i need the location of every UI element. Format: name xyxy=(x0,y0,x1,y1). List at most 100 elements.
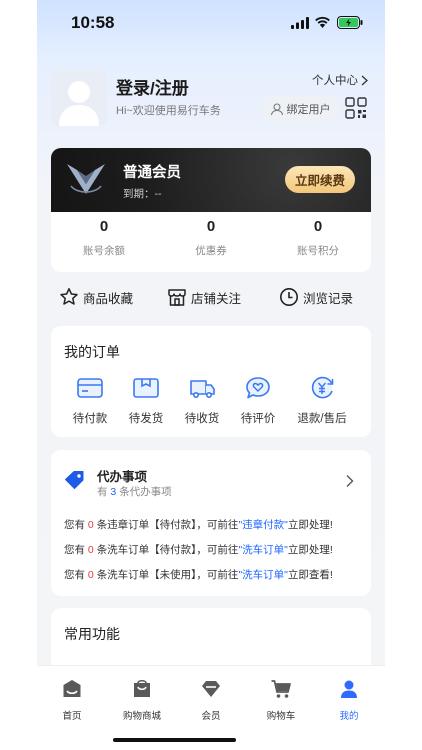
agenda-sub-prefix: 有 xyxy=(97,486,108,498)
agenda-header[interactable]: 代办事项 有 3 条代办事项 xyxy=(51,460,371,500)
agenda-row-wash-unused: 您有 0 条洗车订单【未使用】，可前往"洗车订单"立即查看! xyxy=(64,567,333,582)
wallet-icon xyxy=(77,378,103,398)
home-indicator[interactable] xyxy=(113,738,236,742)
order-pending-shipment[interactable]: 待发货 xyxy=(118,376,174,426)
row-suffix: 立即查看! xyxy=(287,569,333,581)
refund-icon xyxy=(311,376,334,399)
membership-expiry: 到期：-- xyxy=(123,188,162,200)
order-pending-receipt-label: 待收货 xyxy=(184,413,220,425)
tab-mall-label: 购物商城 xyxy=(122,711,161,722)
order-pending-shipment-label: 待发货 xyxy=(128,413,164,425)
user-outline-icon xyxy=(270,103,283,116)
order-pending-payment-label: 待付款 xyxy=(72,413,108,425)
clock-icon xyxy=(280,288,298,306)
points-value: 0 xyxy=(313,218,323,235)
personal-center-link[interactable]: 个人中心 xyxy=(312,72,369,88)
row-prefix: 您有 xyxy=(64,569,85,581)
tab-member[interactable]: 会员 xyxy=(178,678,244,722)
tab-home-label: 首页 xyxy=(62,711,82,722)
diamond-icon xyxy=(202,681,220,697)
history-label: 浏览记录 xyxy=(303,291,354,306)
battery-charging-icon xyxy=(337,16,363,29)
truck-icon xyxy=(190,380,215,398)
user-icon xyxy=(341,680,357,698)
personal-center-label: 个人中心 xyxy=(312,75,358,87)
status-bar: 10:58 xyxy=(37,0,385,46)
store-follow-link[interactable]: 店铺关注 xyxy=(167,287,241,307)
cart-icon xyxy=(271,680,291,698)
balance-label: 账号余额 xyxy=(83,245,125,257)
orders-title: 我的订单 xyxy=(64,344,120,360)
row-suffix: 立即处理! xyxy=(287,544,333,556)
membership-banner: 普通会员 到期：-- 立即续费 xyxy=(51,148,371,212)
agenda-subtitle: 有 3 条代办事项 xyxy=(97,484,172,499)
membership-title: 普通会员 xyxy=(123,165,181,181)
stat-balance[interactable]: 0 账号余额 xyxy=(51,218,157,258)
common-functions-title: 常用功能 xyxy=(64,626,120,642)
row-middle: 条洗车订单【待付款】，可前往 xyxy=(96,544,239,556)
row-middle: 条洗车订单【未使用】，可前往 xyxy=(96,569,239,581)
bind-user-button[interactable]: 绑定用户 xyxy=(261,95,339,123)
coupons-value: 0 xyxy=(206,218,216,235)
bind-user-label: 绑定用户 xyxy=(286,104,331,116)
violation-payment-link[interactable]: "违章付款" xyxy=(238,519,287,531)
tag-icon xyxy=(65,471,84,489)
renew-button[interactable]: 立即续费 xyxy=(285,166,355,193)
default-avatar-icon xyxy=(59,81,99,126)
agenda-sub-suffix: 条代办事项 xyxy=(119,486,172,498)
status-time: 10:58 xyxy=(71,13,115,32)
row-count: 0 xyxy=(87,519,94,531)
order-refund-aftersale[interactable]: 退款/售后 xyxy=(294,376,350,426)
chevron-right-icon xyxy=(361,75,368,85)
row-count: 0 xyxy=(87,544,94,556)
coupons-label: 优惠券 xyxy=(195,245,227,257)
balance-value: 0 xyxy=(99,218,109,235)
wash-order-link[interactable]: "洗车订单" xyxy=(238,569,287,581)
shop-bag-icon xyxy=(134,679,150,697)
tab-cart-label: 购物车 xyxy=(266,711,296,722)
tab-mine-label: 我的 xyxy=(339,711,359,722)
mine-page: 10:58 登录/注册 Hi~欢迎使用易行车务 个人中心 绑定用户 普通会员 到… xyxy=(37,0,385,750)
agenda-card: 代办事项 有 3 条代办事项 您有 0 条违章订单【待付款】，可前往"违章付款"… xyxy=(51,450,371,596)
tab-cart[interactable]: 购物车 xyxy=(248,678,314,722)
home-icon xyxy=(63,680,81,697)
tab-home[interactable]: 首页 xyxy=(39,678,105,722)
stat-points[interactable]: 0 账号积分 xyxy=(265,218,371,258)
tab-mine[interactable]: 我的 xyxy=(316,678,382,722)
welcome-text: Hi~欢迎使用易行车务 xyxy=(116,105,221,117)
row-count: 0 xyxy=(87,569,94,581)
avatar[interactable] xyxy=(51,70,107,126)
store-icon xyxy=(168,289,186,306)
cell-signal-icon xyxy=(291,17,309,29)
order-pending-review-label: 待评价 xyxy=(240,413,276,425)
order-pending-review[interactable]: 待评价 xyxy=(230,376,286,426)
qr-code-icon[interactable] xyxy=(345,97,367,119)
agenda-row-wash-unpaid: 您有 0 条洗车订单【待付款】，可前往"洗车订单"立即处理! xyxy=(64,542,333,557)
favorites-label: 商品收藏 xyxy=(83,291,134,306)
membership-card: 普通会员 到期：-- 立即续费 0 账号余额 0 优惠券 0 账号积分 xyxy=(51,148,371,272)
row-middle: 条违章订单【待付款】，可前往 xyxy=(96,519,239,531)
store-follow-label: 店铺关注 xyxy=(191,291,242,306)
wifi-icon xyxy=(315,16,330,28)
row-suffix: 立即处理! xyxy=(287,519,333,531)
favorites-link[interactable]: 商品收藏 xyxy=(59,287,133,307)
membership-logo-icon xyxy=(67,164,105,194)
tab-mall[interactable]: 购物商城 xyxy=(109,678,175,722)
points-label: 账号积分 xyxy=(297,245,339,257)
order-pending-payment[interactable]: 待付款 xyxy=(62,376,118,426)
my-orders-card: 我的订单 待付款 待发货 待收货 待评价 退款/售后 xyxy=(51,326,371,437)
login-register-link[interactable]: 登录/注册 xyxy=(116,74,189,99)
history-link[interactable]: 浏览记录 xyxy=(279,287,353,307)
profile-header: 登录/注册 Hi~欢迎使用易行车务 个人中心 绑定用户 xyxy=(37,60,385,140)
wash-order-link[interactable]: "洗车订单" xyxy=(238,544,287,556)
agenda-title: 代办事项 xyxy=(97,470,148,484)
star-icon xyxy=(60,288,78,305)
tab-member-label: 会员 xyxy=(201,711,221,722)
order-pending-receipt[interactable]: 待收货 xyxy=(174,376,230,426)
stat-coupons[interactable]: 0 优惠券 xyxy=(158,218,264,258)
quick-links: 商品收藏 店铺关注 浏览记录 xyxy=(51,283,371,315)
row-prefix: 您有 xyxy=(64,544,85,556)
comment-heart-icon xyxy=(246,377,270,399)
agenda-count: 3 xyxy=(110,486,117,498)
order-refund-aftersale-label: 退款/售后 xyxy=(297,413,347,425)
